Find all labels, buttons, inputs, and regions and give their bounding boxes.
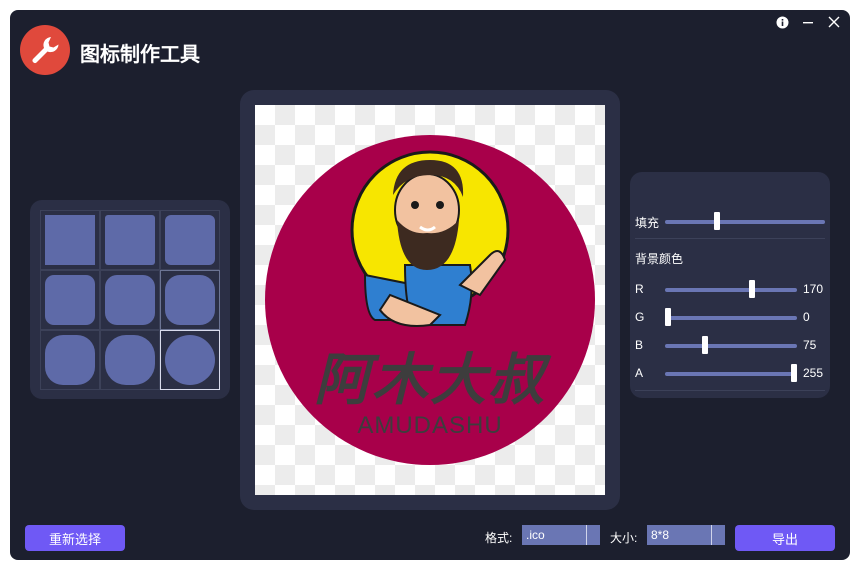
brand-name-en: AMUDASHU — [357, 412, 503, 439]
channel-slider-a[interactable] — [665, 372, 797, 376]
shape-option-rounded-m[interactable] — [40, 270, 100, 330]
channel-slider-thumb[interactable] — [665, 308, 671, 326]
close-icon[interactable] — [826, 14, 842, 30]
fill-label: 填充 — [635, 216, 660, 230]
channel-value: 170 — [803, 282, 824, 296]
wrench-logo-icon — [20, 25, 70, 75]
format-label: 格式: — [485, 531, 513, 545]
divider — [635, 390, 825, 391]
minimize-icon[interactable] — [800, 14, 816, 30]
export-button[interactable]: 导出 — [735, 525, 835, 551]
reselect-button[interactable]: 重新选择 — [25, 525, 125, 551]
shape-option-circle[interactable] — [160, 330, 220, 390]
preview-panel: 阿木大叔 AMUDASHU — [240, 90, 620, 510]
titlebar-controls — [774, 14, 842, 30]
shape-option-rounded-xl[interactable] — [160, 270, 220, 330]
shape-panel — [30, 200, 230, 399]
channel-slider-thumb[interactable] — [749, 280, 756, 298]
channel-label: R — [635, 282, 644, 296]
channel-value: 75 — [803, 338, 817, 352]
shape-grid — [40, 210, 220, 390]
channel-label: G — [635, 310, 645, 324]
channel-slider-b[interactable] — [665, 344, 797, 348]
channel-value: 0 — [803, 310, 810, 324]
format-select[interactable]: .ico — [522, 525, 600, 545]
channel-label: A — [635, 366, 644, 380]
size-select[interactable]: 8*8 — [647, 525, 725, 545]
fill-slider-thumb[interactable] — [714, 212, 721, 230]
size-dropdown-icon[interactable] — [711, 525, 725, 545]
fill-slider[interactable] — [665, 220, 825, 224]
shape-option-square[interactable] — [40, 210, 100, 270]
size-label: 大小: — [610, 531, 638, 545]
channel-slider-thumb[interactable] — [791, 364, 797, 382]
app-window: 图标制作工具 阿木大叔 AMUDASHU 填充 背景颜色 R 170 G 0 B… — [10, 10, 850, 560]
channel-value: 255 — [803, 366, 824, 380]
size-value: 8*8 — [651, 528, 670, 542]
format-dropdown-icon[interactable] — [586, 525, 600, 545]
info-icon[interactable] — [774, 14, 790, 30]
channel-slider-g[interactable] — [665, 316, 797, 320]
channel-label: B — [635, 338, 644, 352]
divider — [635, 238, 825, 239]
shape-option-rounded-xxxl[interactable] — [100, 330, 160, 390]
channel-slider-r[interactable] — [665, 288, 797, 292]
app-title: 图标制作工具 — [80, 44, 200, 66]
shape-option-rounded-s[interactable] — [160, 210, 220, 270]
shape-option-rounded-l[interactable] — [100, 270, 160, 330]
format-value: .ico — [526, 528, 545, 542]
shape-option-rounded-xs[interactable] — [100, 210, 160, 270]
channel-slider-thumb[interactable] — [702, 336, 709, 354]
settings-panel: 填充 背景颜色 R 170 G 0 B 75 A 255 — [630, 172, 830, 398]
shape-option-rounded-xxl[interactable] — [40, 330, 100, 390]
icon-preview: 阿木大叔 AMUDASHU — [265, 135, 595, 465]
brand-name-cn: 阿木大叔 — [314, 348, 546, 411]
bg-color-label: 背景颜色 — [635, 252, 684, 266]
